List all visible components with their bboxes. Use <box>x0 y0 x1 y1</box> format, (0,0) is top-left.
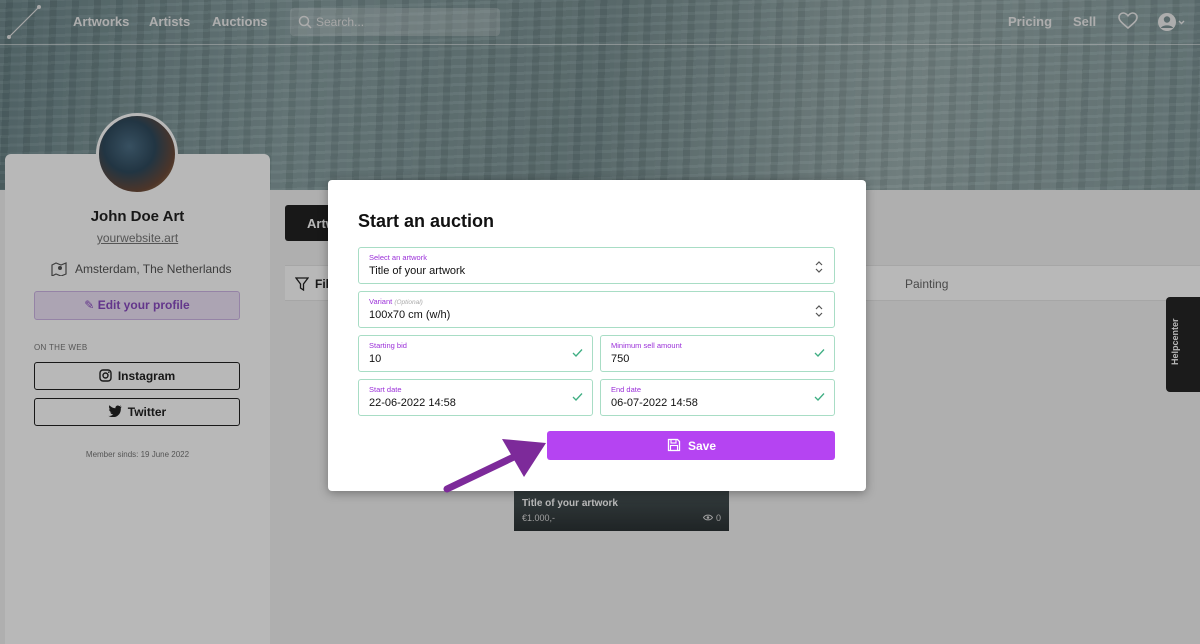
optional-tag: (Optional) <box>394 299 423 306</box>
check-icon <box>572 393 583 401</box>
starting-bid-value: 10 <box>369 353 382 365</box>
minimum-sell-amount-field[interactable]: Minimum sell amount 750 <box>600 335 835 372</box>
save-label: Save <box>688 439 717 453</box>
minimum-sell-amount-label: Minimum sell amount <box>611 341 682 350</box>
chevron-updown-icon <box>815 261 823 273</box>
end-date-field[interactable]: End date 06-07-2022 14:58 <box>600 379 835 416</box>
annotation-arrow-icon <box>443 439 546 493</box>
artwork-select-label: Select an artwork <box>369 253 427 262</box>
variant-select[interactable]: Variant (Optional) 100x70 cm (w/h) <box>358 291 835 328</box>
save-button[interactable]: Save <box>547 431 835 460</box>
check-icon <box>814 393 825 401</box>
variant-select-label: Variant (Optional) <box>369 297 423 306</box>
start-auction-dialog: Start an auction Select an artwork Title… <box>328 180 866 491</box>
minimum-sell-amount-value: 750 <box>611 353 630 365</box>
variant-select-value: 100x70 cm (w/h) <box>369 309 451 321</box>
check-icon <box>572 349 583 357</box>
end-date-value: 06-07-2022 14:58 <box>611 397 698 409</box>
start-date-label: Start date <box>369 385 402 394</box>
starting-bid-label: Starting bid <box>369 341 407 350</box>
start-date-value: 22-06-2022 14:58 <box>369 397 456 409</box>
save-icon <box>667 438 681 452</box>
start-date-field[interactable]: Start date 22-06-2022 14:58 <box>358 379 593 416</box>
dialog-title: Start an auction <box>358 211 495 231</box>
end-date-label: End date <box>611 385 642 394</box>
chevron-updown-icon <box>815 305 823 317</box>
artwork-select[interactable]: Select an artwork Title of your artwork <box>358 247 835 284</box>
variant-label-text: Variant <box>369 297 393 306</box>
starting-bid-field[interactable]: Starting bid 10 <box>358 335 593 372</box>
check-icon <box>814 349 825 357</box>
artwork-select-value: Title of your artwork <box>369 265 466 277</box>
